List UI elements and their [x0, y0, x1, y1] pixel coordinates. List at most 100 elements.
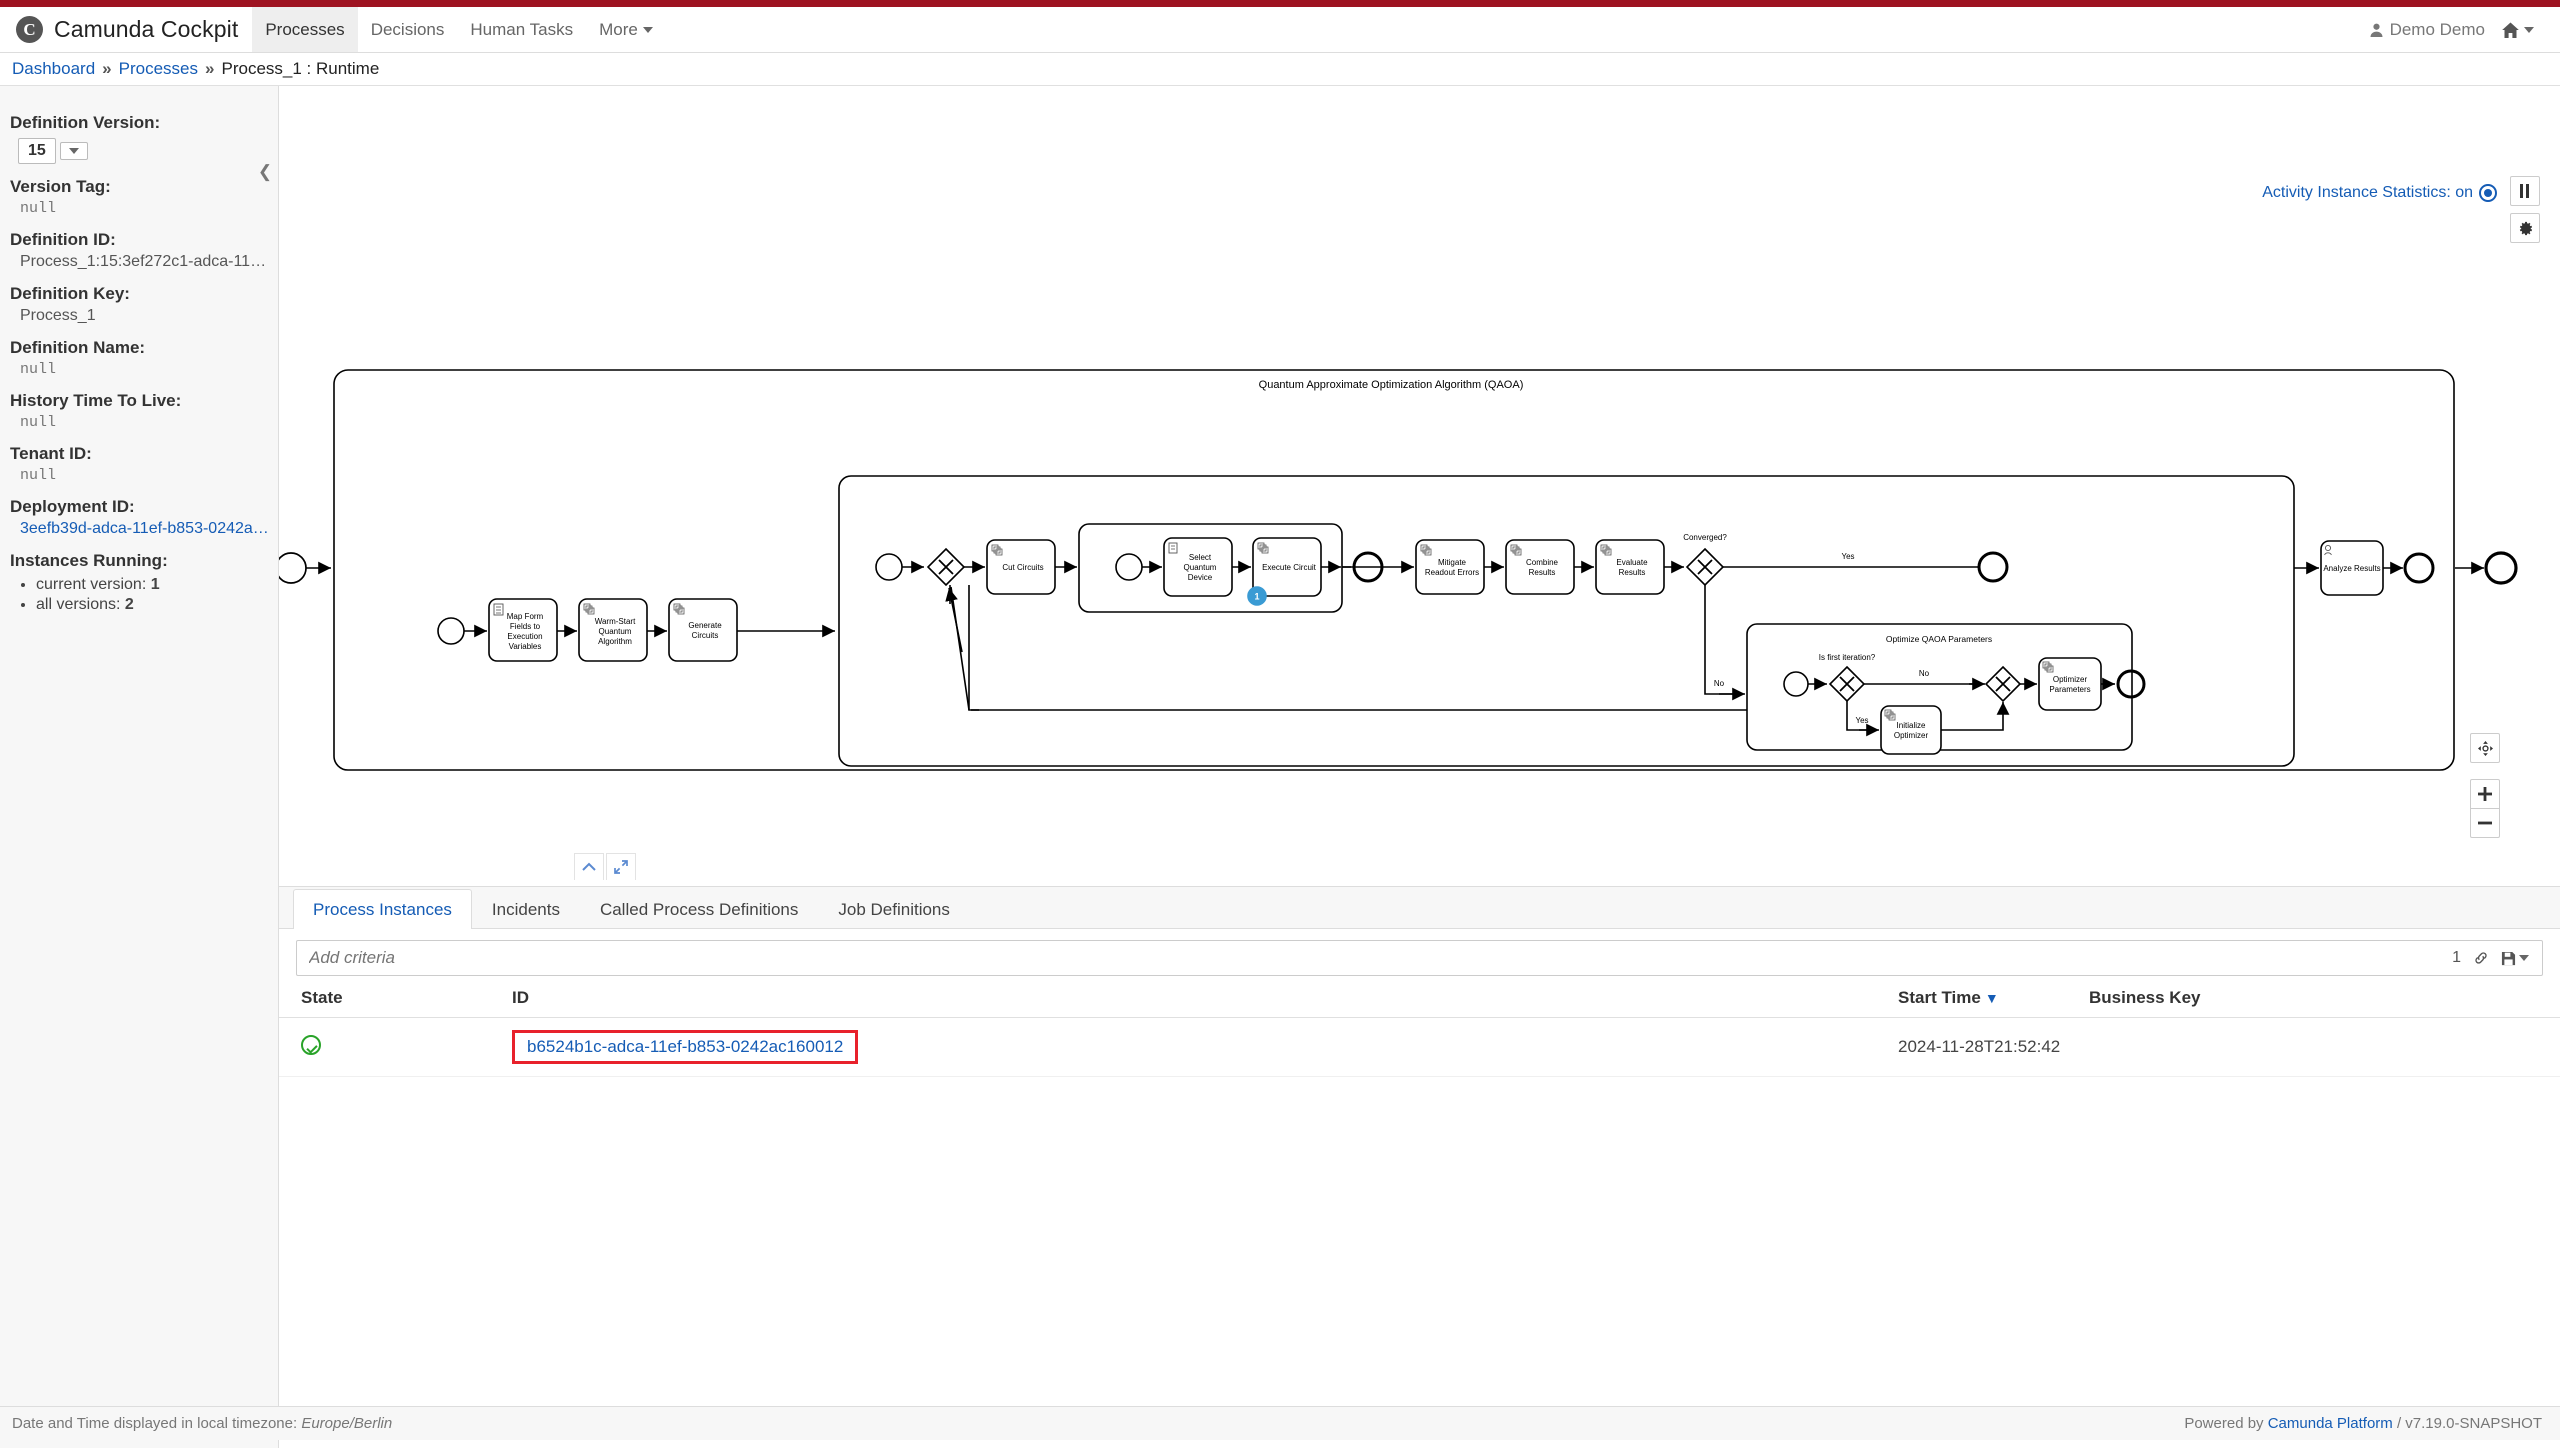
deployment-id-label: Deployment ID:	[10, 497, 135, 516]
tab-process-instances[interactable]: Process Instances	[293, 889, 472, 929]
nav-item-more[interactable]: More	[586, 7, 666, 52]
user-name: Demo Demo	[2389, 19, 2485, 39]
instances-running-list: current version: 1 all versions: 2	[0, 576, 278, 614]
diagram-bottom-controls	[574, 853, 636, 880]
breadcrumb-dashboard[interactable]: Dashboard	[12, 59, 95, 79]
instances-current-version-label: current version:	[36, 576, 151, 593]
flow-label-yes-2: Yes	[1855, 716, 1868, 725]
filter-row: 1	[279, 929, 2560, 982]
expand-diagram-button[interactable]	[606, 853, 636, 880]
breadcrumb-separator: »	[102, 59, 112, 78]
page-footer: Date and Time displayed in local timezon…	[0, 1406, 2560, 1440]
svg-text:Variables: Variables	[509, 642, 542, 651]
footer-version: / v7.19.0-SNAPSHOT	[2392, 1415, 2542, 1432]
cell-business-key	[2081, 1017, 2560, 1077]
svg-text:Parameters: Parameters	[2049, 685, 2090, 694]
chevron-down-icon	[2524, 26, 2534, 33]
cell-id: b6524b1c-adca-11ef-b853-0242ac160012	[504, 1017, 1890, 1077]
sort-desc-icon: ▼	[1984, 990, 1999, 1006]
search-input[interactable]	[297, 948, 2440, 968]
cell-state	[279, 1017, 504, 1077]
id-highlight-box: b6524b1c-adca-11ef-b853-0242ac160012	[512, 1030, 859, 1064]
task-label-combine: Combine	[1526, 558, 1559, 567]
definition-version-select[interactable]: 15	[18, 138, 56, 164]
pool-title: Quantum Approximate Optimization Algorit…	[1259, 379, 1524, 391]
footer-powered-by: Powered by Camunda Platform / v7.19.0-SN…	[2184, 1415, 2542, 1432]
table-body: b6524b1c-adca-11ef-b853-0242ac160012 202…	[279, 1017, 2560, 1077]
col-header-business-key[interactable]: Business Key	[2081, 982, 2560, 1018]
nav-item-human-tasks[interactable]: Human Tasks	[457, 7, 586, 52]
tab-called-process-definitions[interactable]: Called Process Definitions	[580, 889, 818, 929]
definition-id-value: Process_1:15:3ef272c1-adca-11ef-b...	[20, 253, 268, 270]
detail-tabs: Process Instances Incidents Called Proce…	[279, 887, 2560, 929]
definition-version-label: Definition Version:	[10, 113, 161, 132]
link-icon	[2475, 952, 2487, 964]
breadcrumb-processes[interactable]: Processes	[119, 59, 198, 79]
task-label-map-form: Map Form	[507, 612, 544, 621]
task-label-evaluate: Evaluate	[1616, 558, 1648, 567]
footer-timezone: Date and Time displayed in local timezon…	[12, 1415, 392, 1432]
bpmn-diagram-svg[interactable]: Quantum Approximate Optimization Algorit…	[279, 106, 2559, 866]
collapse-sidebar-button[interactable]: ❮	[256, 162, 274, 182]
nav-right: Demo Demo	[2369, 7, 2560, 52]
flow-label-yes: Yes	[1841, 552, 1854, 561]
history-ttl-value: null	[20, 414, 57, 431]
definition-version-dropdown-button[interactable]	[59, 142, 88, 160]
task-label-mitigate: Mitigate	[1438, 558, 1467, 567]
breadcrumb: Dashboard » Processes » Process_1 : Runt…	[0, 53, 2560, 86]
filter-tools: 1	[2439, 949, 2542, 967]
process-instance-id-link[interactable]: b6524b1c-adca-11ef-b853-0242ac160012	[527, 1037, 843, 1056]
camunda-platform-link[interactable]: Camunda Platform	[2268, 1415, 2393, 1432]
footer-timezone-prefix: Date and Time displayed in local timezon…	[12, 1415, 302, 1432]
svg-text:Results: Results	[1619, 568, 1646, 577]
deployment-id-link[interactable]: 3eefb39d-adca-11ef-b853-0242ac1...	[0, 520, 270, 538]
collapse-diagram-button[interactable]	[574, 853, 604, 880]
table-row[interactable]: b6524b1c-adca-11ef-b853-0242ac160012 202…	[279, 1017, 2560, 1077]
task-label-cut-circuits: Cut Circuits	[1002, 563, 1043, 572]
definition-id-label: Definition ID:	[10, 230, 116, 249]
list-item: all versions: 2	[36, 596, 278, 614]
svg-text:Quantum: Quantum	[599, 627, 632, 636]
definition-key-label: Definition Key:	[10, 284, 130, 303]
process-instances-table: State ID Start Time ▼ Business Key b6524b…	[279, 982, 2560, 1077]
filter-box[interactable]: 1	[296, 940, 2543, 976]
task-label-optimizer-parameters: Optimizer	[2053, 675, 2088, 684]
copy-link-button[interactable]	[2473, 950, 2489, 966]
list-item: current version: 1	[36, 576, 278, 594]
tab-job-definitions[interactable]: Job Definitions	[818, 889, 970, 929]
bpmn-diagram-canvas[interactable]: Activity Instance Statistics: on Quantum…	[279, 86, 2560, 887]
instances-current-version-value: 1	[150, 576, 160, 593]
col-header-state[interactable]: State	[279, 982, 504, 1018]
version-tag-value: null	[20, 200, 57, 217]
expand-arrows-icon	[614, 860, 628, 874]
svg-text:Execution: Execution	[507, 632, 542, 641]
top-accent-bar	[0, 0, 2560, 7]
col-header-start-time-label: Start Time	[1898, 988, 1981, 1007]
nav-item-decisions[interactable]: Decisions	[358, 7, 458, 52]
definition-name-label: Definition Name:	[10, 338, 146, 357]
tenant-id-label: Tenant ID:	[10, 444, 92, 463]
nav-item-processes[interactable]: Processes	[252, 7, 358, 52]
save-filter-button[interactable]	[2501, 951, 2529, 966]
svg-text:Readout Errors: Readout Errors	[1425, 568, 1479, 577]
breadcrumb-current: Process_1 : Runtime	[221, 59, 380, 78]
flow-label-no-2: No	[1919, 669, 1930, 678]
brand-title: Camunda Cockpit	[54, 16, 239, 42]
col-header-id[interactable]: ID	[504, 982, 1890, 1018]
chevron-down-icon	[68, 148, 79, 154]
home-menu[interactable]	[2501, 21, 2534, 39]
task-label-select-device: Select	[1189, 553, 1212, 562]
svg-text:Circuits: Circuits	[692, 631, 719, 640]
version-tag-label: Version Tag:	[10, 177, 111, 196]
brand[interactable]: C Camunda Cockpit	[0, 7, 252, 52]
table-head: State ID Start Time ▼ Business Key	[279, 982, 2560, 1018]
svg-text:Results: Results	[1529, 568, 1556, 577]
tab-incidents[interactable]: Incidents	[472, 889, 580, 929]
col-header-start-time[interactable]: Start Time ▼	[1890, 982, 2081, 1018]
home-icon	[2502, 22, 2519, 38]
main-navbar: C Camunda Cockpit Processes Decisions Hu…	[0, 7, 2560, 53]
main-content: Activity Instance Statistics: on Quantum…	[279, 86, 2560, 1448]
instances-all-versions-label: all versions:	[36, 596, 125, 613]
user-menu[interactable]: Demo Demo	[2369, 20, 2485, 40]
task-label-execute-circuit: Execute Circuit	[1262, 563, 1317, 572]
